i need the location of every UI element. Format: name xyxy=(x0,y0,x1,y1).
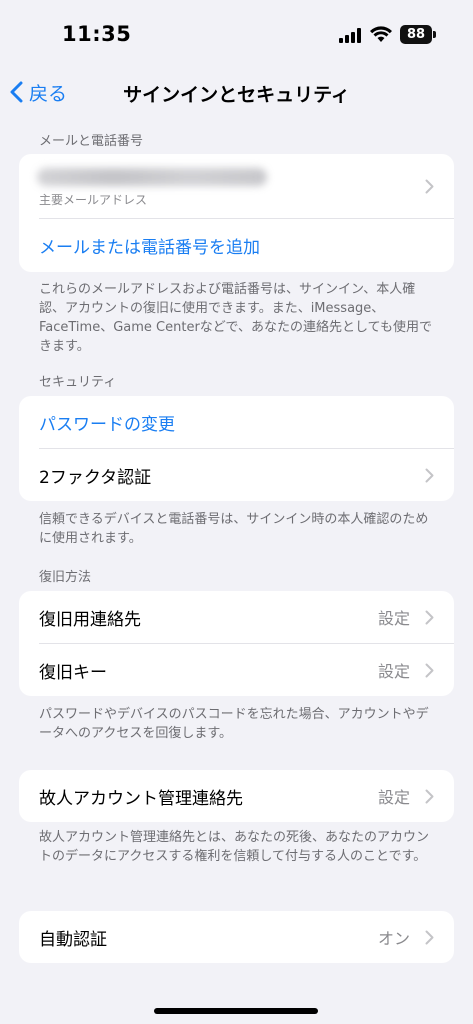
two-factor-row[interactable]: 2ファクタ認証 xyxy=(19,449,454,501)
status-bar: 11:35 88 xyxy=(0,0,473,64)
chevron-right-icon xyxy=(425,179,434,194)
chevron-right-icon xyxy=(425,610,434,625)
chevron-right-icon xyxy=(425,663,434,678)
page-title: サインインとセキュリティ xyxy=(123,84,350,106)
recovery-key-label: 復旧キー xyxy=(39,662,107,683)
email-section-footer: これらのメールアドレスおよび電話番号は、サインイン、本人確認、アカウントの復旧に… xyxy=(39,282,432,354)
auto-verify-value: オン xyxy=(377,929,410,948)
blurred-email-address xyxy=(37,168,267,186)
recovery-contact-label: 復旧用連絡先 xyxy=(39,609,141,630)
auto-verify-label: 自動認証 xyxy=(39,929,107,950)
two-factor-label: 2ファクタ認証 xyxy=(39,467,152,488)
nav-bar: 戻る サインインとセキュリティ xyxy=(0,70,473,114)
chevron-right-icon xyxy=(425,930,434,945)
recovery-contact-row[interactable]: 復旧用連絡先 設定 xyxy=(19,591,454,643)
primary-email-label: 主要メールアドレス xyxy=(39,193,148,207)
recovery-section-header: 復旧方法 xyxy=(39,570,92,585)
add-email-phone-button[interactable]: メールまたは電話番号を追加 xyxy=(19,219,454,272)
security-card: パスワードの変更 2ファクタ認証 xyxy=(19,396,454,501)
auto-verify-card: 自動認証 オン xyxy=(19,911,454,963)
battery-nub xyxy=(433,31,436,38)
change-password-label: パスワードの変更 xyxy=(39,414,175,435)
battery-icon: 88 xyxy=(400,25,432,44)
recovery-contact-value: 設定 xyxy=(377,609,410,628)
primary-email-row[interactable]: 主要メールアドレス xyxy=(19,154,454,218)
add-email-phone-label: メールまたは電話番号を追加 xyxy=(39,238,260,258)
chevron-right-icon xyxy=(425,468,434,483)
auto-verify-row[interactable]: 自動認証 オン xyxy=(19,911,454,963)
email-card: 主要メールアドレス メールまたは電話番号を追加 xyxy=(19,154,454,272)
legacy-contact-row[interactable]: 故人アカウント管理連絡先 設定 xyxy=(19,770,454,822)
wifi-icon xyxy=(370,26,392,42)
chevron-right-icon xyxy=(425,789,434,804)
security-section-header: セキュリティ xyxy=(39,375,117,390)
recovery-key-value: 設定 xyxy=(377,662,410,681)
legacy-contact-value: 設定 xyxy=(377,788,410,807)
security-section-footer: 信頼できるデバイスと電話番号は、サインイン時の本人確認のために使用されます。 xyxy=(39,512,429,546)
recovery-card: 復旧用連絡先 設定 復旧キー 設定 xyxy=(19,591,454,696)
legacy-card: 故人アカウント管理連絡先 設定 xyxy=(19,770,454,822)
home-indicator[interactable] xyxy=(154,1008,318,1014)
signal-icon xyxy=(339,28,361,43)
recovery-section-footer: パスワードやデバイスのパスコードを忘れた場合、アカウントやデータへのアクセスを回… xyxy=(39,707,429,741)
email-section-header: メールと電話番号 xyxy=(39,134,144,149)
legacy-section-footer: 故人アカウント管理連絡先とは、あなたの死後、あなたのアカウントのデータにアクセス… xyxy=(39,830,430,864)
recovery-key-row[interactable]: 復旧キー 設定 xyxy=(19,644,454,696)
legacy-contact-label: 故人アカウント管理連絡先 xyxy=(39,788,243,809)
status-time: 11:35 xyxy=(62,22,132,46)
change-password-button[interactable]: パスワードの変更 xyxy=(19,396,454,448)
